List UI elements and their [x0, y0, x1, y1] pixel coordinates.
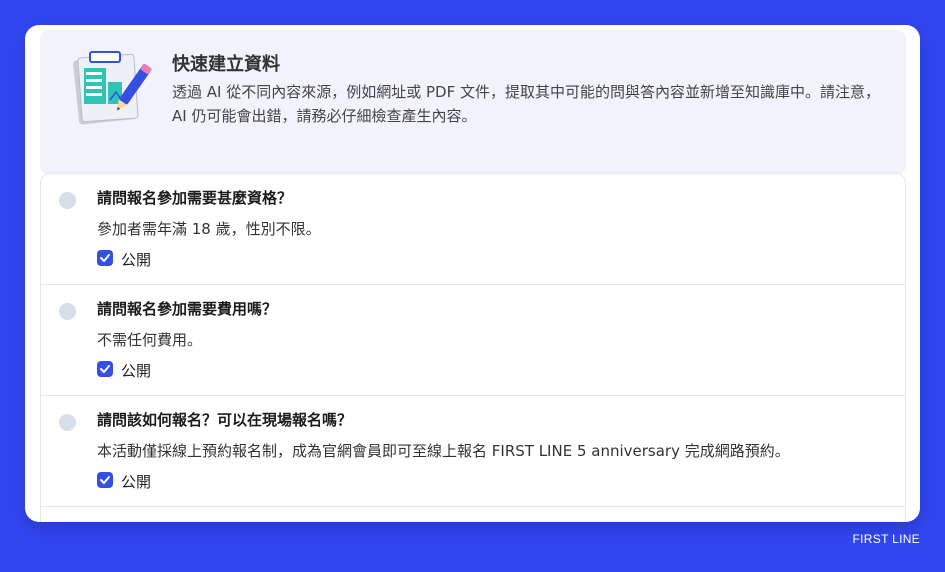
public-label: 公開	[121, 473, 152, 491]
quick-create-card: 快速建立資料 透過 AI 從不同內容來源，例如網址或 PDF 文件，提取其中可能…	[25, 25, 920, 522]
answer-text: 參加者需年滿 18 歲，性別不限。	[97, 220, 321, 238]
checkbox-checked-icon[interactable]	[97, 361, 113, 377]
brand-logo: FIRST LINE	[852, 532, 920, 546]
question-text: 請問該如何報名？可以在現場報名嗎？	[97, 411, 353, 429]
question-text: 請問報名參加需要甚麼資格？	[97, 189, 293, 207]
banner-title: 快速建立資料	[172, 54, 280, 75]
qa-item[interactable]: 請問報名參加需要費用嗎？ 不需任何費用。 公開	[41, 284, 905, 396]
qa-list: 請問報名參加需要甚麼資格？ 參加者需年滿 18 歲，性別不限。 公開 請問報名參…	[40, 172, 906, 522]
banner-description: 透過 AI 從不同內容來源，例如網址或 PDF 文件，提取其中可能的問與答內容並…	[172, 83, 880, 125]
quick-create-banner: 快速建立資料 透過 AI 從不同內容來源，例如網址或 PDF 文件，提取其中可能…	[40, 30, 906, 175]
select-radio[interactable]	[59, 192, 76, 209]
answer-text: 本活動僅採線上預約報名制，成為官網會員即可至線上報名 FIRST LINE 5 …	[97, 442, 790, 460]
question-text: 請問報名參加需要費用嗎？	[97, 300, 278, 318]
qa-item[interactable]: 請問該如何報名？可以在現場報名嗎？ 本活動僅採線上預約報名制，成為官網會員即可至…	[41, 395, 905, 507]
checkbox-checked-icon[interactable]	[97, 472, 113, 488]
checkbox-checked-icon[interactable]	[97, 250, 113, 266]
select-radio[interactable]	[59, 303, 76, 320]
answer-text: 不需任何費用。	[97, 331, 203, 349]
qa-item[interactable]: 請問報名參加需要甚麼資格？ 參加者需年滿 18 歲，性別不限。 公開	[41, 173, 905, 285]
public-label: 公開	[121, 362, 152, 380]
clipboard-pencil-icon	[73, 51, 152, 125]
public-label: 公開	[121, 251, 152, 269]
select-radio[interactable]	[59, 414, 76, 431]
